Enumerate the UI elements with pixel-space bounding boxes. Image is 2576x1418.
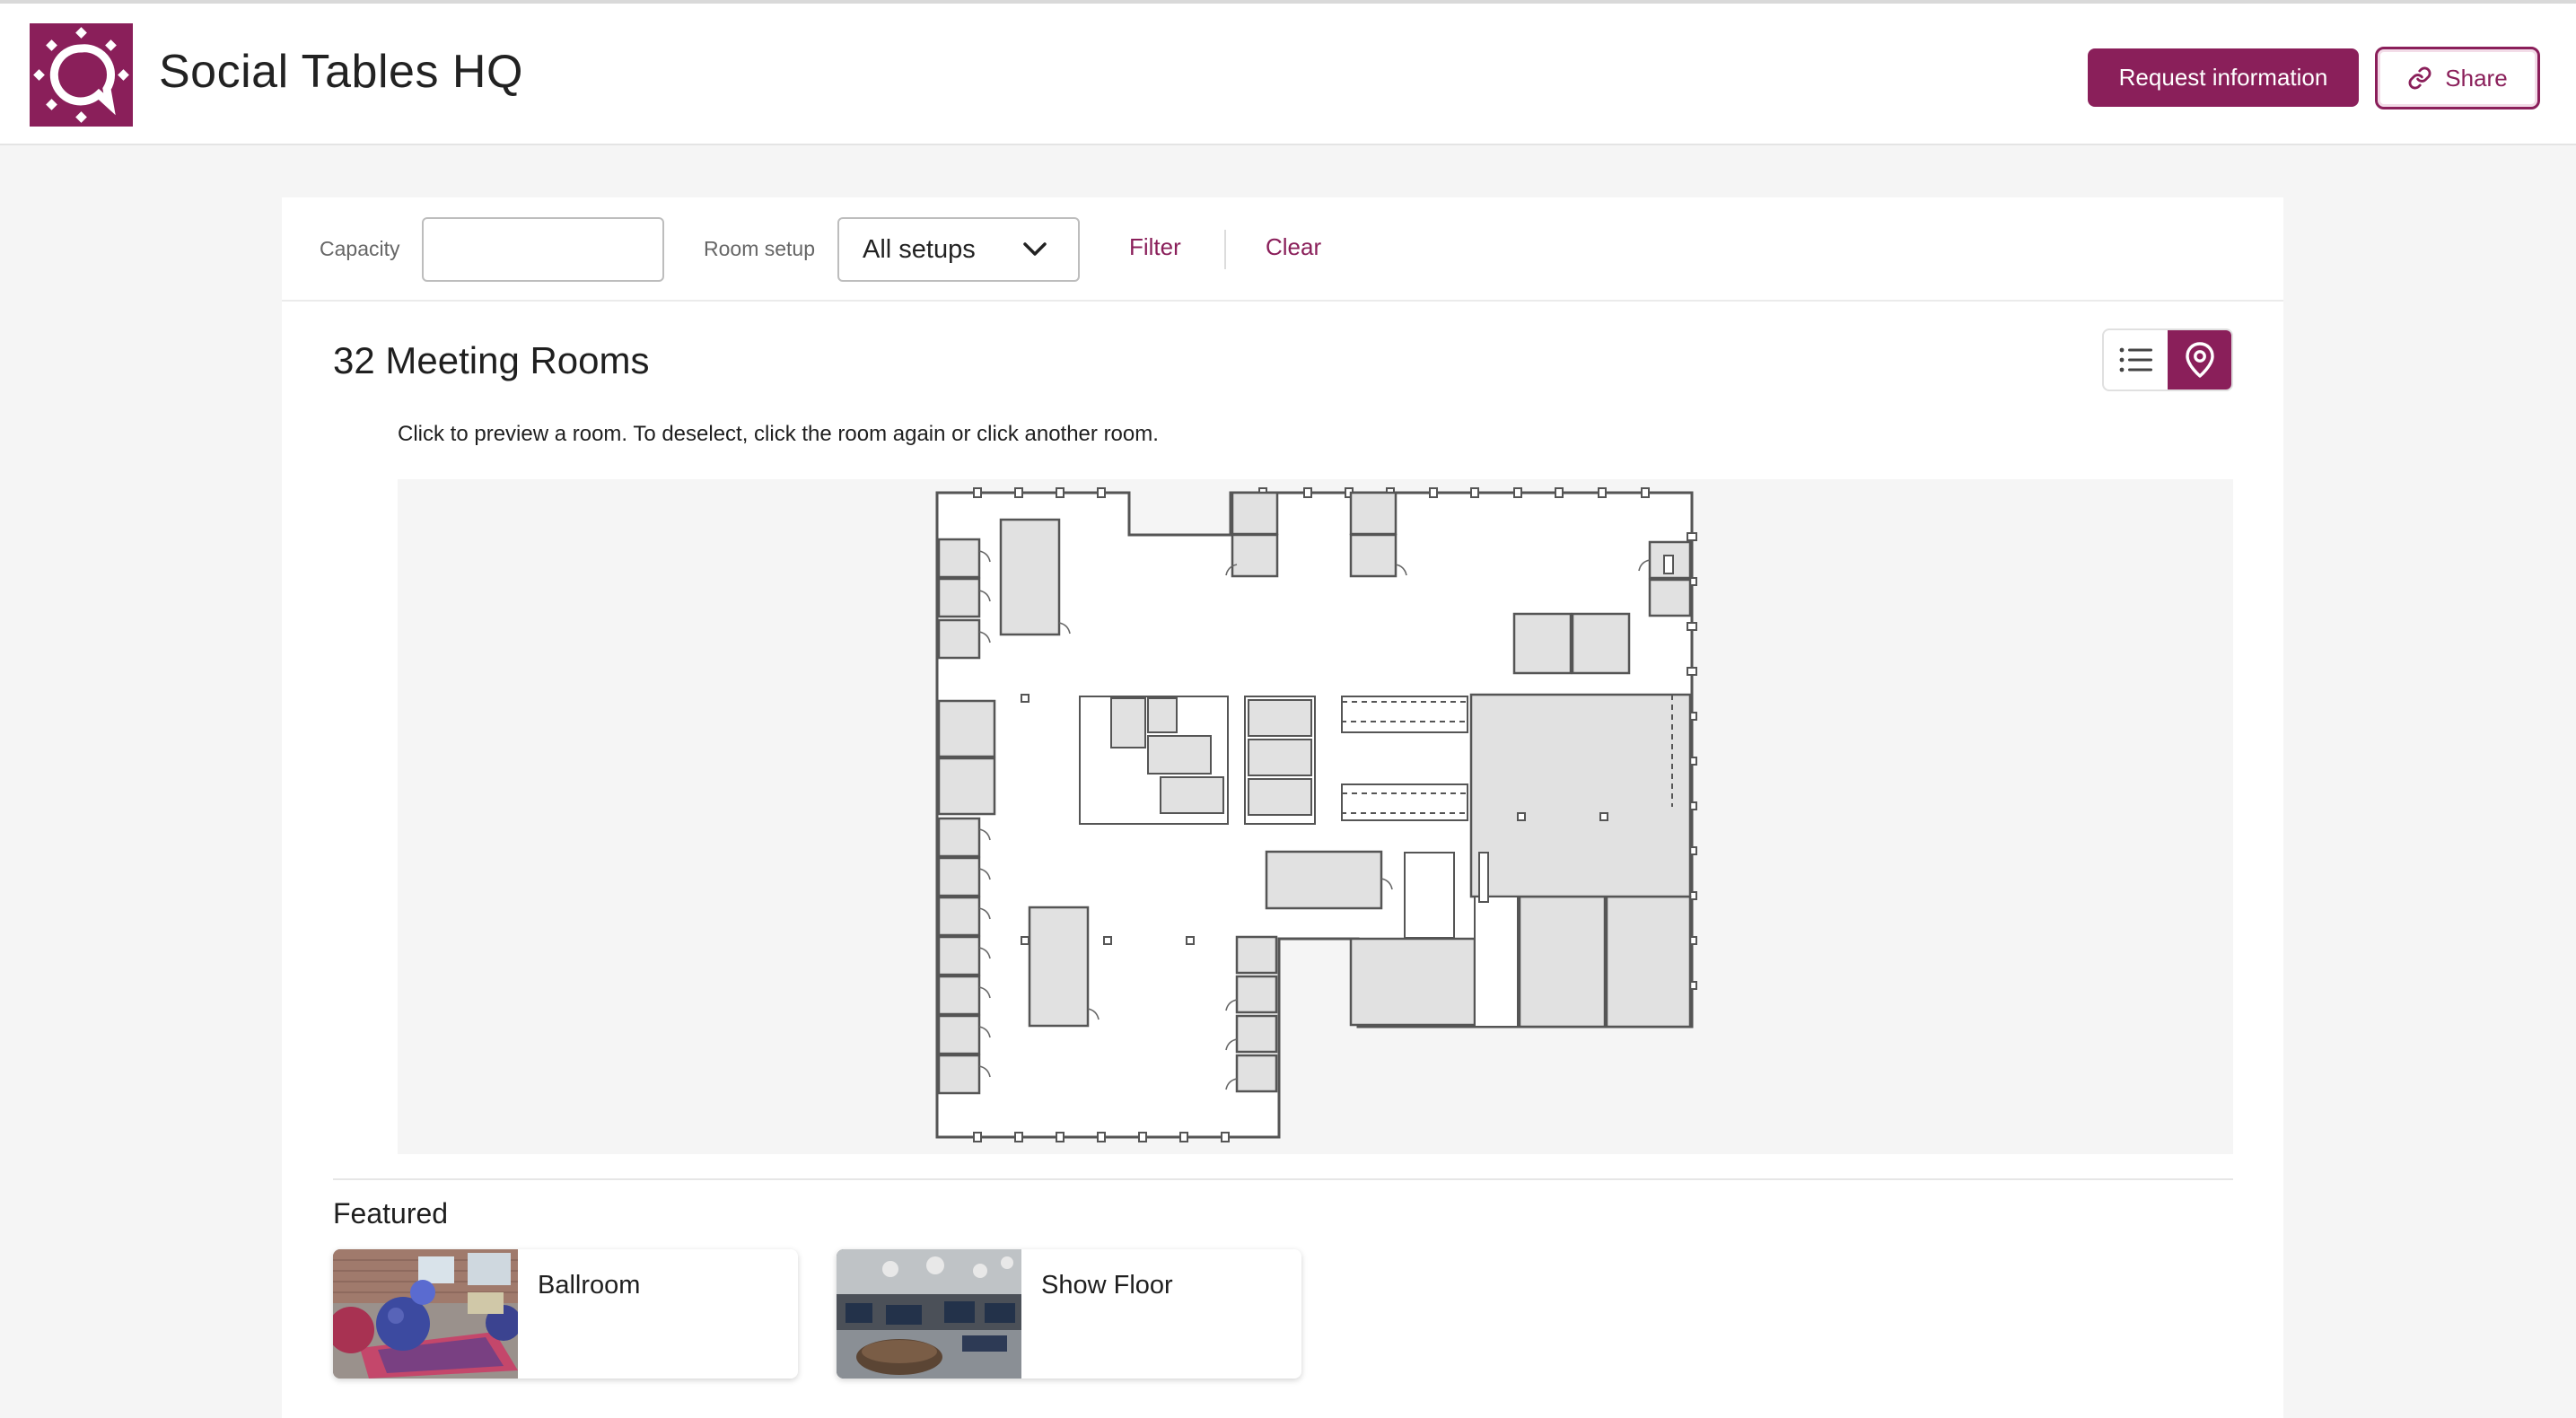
featured-room-ballroom[interactable]: Ballroom: [333, 1249, 798, 1379]
list-view-button[interactable]: [2104, 330, 2168, 390]
filter-bar: Capacity Room setup All setups Filter Cl…: [282, 197, 2283, 302]
app-title: Social Tables HQ: [159, 46, 523, 98]
app-logo: [30, 23, 133, 127]
share-label: Share: [2445, 64, 2508, 92]
header: Social Tables HQ Request information Sha…: [0, 4, 2576, 145]
filter-separator: [1224, 230, 1226, 269]
map-pin-icon: [2185, 342, 2214, 378]
map-hint: Click to preview a room. To deselect, cl…: [398, 422, 1159, 446]
room-setup-select[interactable]: All setups: [837, 217, 1080, 282]
capacity-label: Capacity: [320, 237, 400, 260]
share-button[interactable]: Share: [2375, 47, 2540, 109]
featured-room-name: Ballroom: [538, 1271, 641, 1300]
show-floor-thumbnail: [837, 1249, 1021, 1379]
floor-plan: [935, 487, 1697, 1142]
featured-room-show-floor[interactable]: Show Floor: [837, 1249, 1301, 1379]
room-setup-label: Room setup: [704, 237, 816, 260]
room-setup-value: All setups: [863, 234, 976, 264]
clear-button[interactable]: Clear: [1266, 233, 1321, 261]
link-icon: [2408, 66, 2431, 90]
view-toggle: [2102, 328, 2233, 391]
map-view-button[interactable]: [2168, 330, 2231, 390]
rooms-count-title: 32 Meeting Rooms: [333, 339, 650, 381]
filter-button[interactable]: Filter: [1129, 233, 1181, 261]
featured-title: Featured: [333, 1197, 449, 1230]
section-divider: [333, 1178, 2233, 1180]
logo-icon: [33, 27, 129, 123]
main-card: Capacity Room setup All setups Filter Cl…: [282, 197, 2283, 1418]
list-icon: [2119, 347, 2152, 372]
featured-room-name: Show Floor: [1041, 1271, 1173, 1300]
request-information-button[interactable]: Request information: [2088, 48, 2359, 107]
floor-plan-map[interactable]: [398, 479, 2233, 1154]
capacity-input[interactable]: [422, 217, 664, 282]
ballroom-thumbnail: [333, 1249, 518, 1379]
chevron-down-icon: [1023, 242, 1047, 256]
